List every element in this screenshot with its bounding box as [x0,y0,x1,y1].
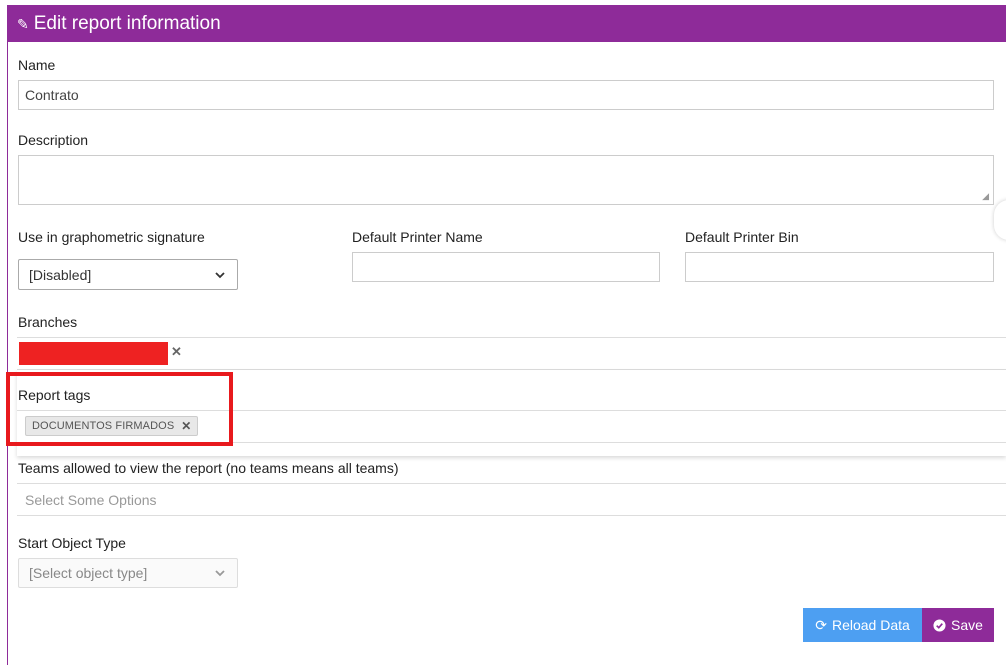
graphometric-label: Use in graphometric signature [18,229,205,245]
report-tag-label: DOCUMENTOS FIRMADOS [32,420,175,432]
name-label: Name [18,57,56,73]
branches-label: Branches [18,314,78,330]
name-input[interactable]: Contrato [18,80,994,110]
teams-label: Teams allowed to view the report (no tea… [18,460,399,476]
name-value: Contrato [25,87,79,103]
printer-bin-label: Default Printer Bin [685,229,799,245]
report-tag-chip: DOCUMENTOS FIRMADOS ✕ [25,416,199,436]
description-textarea[interactable]: ◢ [18,155,994,205]
panel-header: ✎ Edit report information [7,5,1006,42]
check-circle-icon [933,618,946,632]
printer-bin-input[interactable] [685,252,994,282]
start-object-label: Start Object Type [18,535,126,551]
graphometric-select[interactable]: [Disabled] [18,259,238,290]
save-label: Save [951,617,983,633]
save-button[interactable]: Save [922,608,994,642]
refresh-icon: ⟳ [815,616,827,633]
teams-placeholder: Select Some Options [25,491,157,508]
start-object-select[interactable]: [Select object type] [18,558,238,588]
pencil-icon: ✎ [17,16,29,32]
panel-title: Edit report information [33,12,221,34]
chevron-down-icon [215,570,225,577]
printer-name-input[interactable] [352,252,660,282]
start-object-value: [Select object type] [29,565,148,581]
redacted-branch-tag [19,342,168,365]
resize-grip-icon[interactable]: ◢ [982,192,989,201]
teams-multiselect[interactable]: Select Some Options [17,483,1006,516]
remove-branch-icon[interactable]: ✕ [171,344,182,360]
reload-label: Reload Data [831,617,910,633]
printer-name-label: Default Printer Name [352,229,483,245]
description-label: Description [18,132,89,148]
reload-data-button[interactable]: ⟳ Reload Data [803,608,922,642]
chevron-down-icon [215,271,225,278]
report-tags-label: Report tags [18,387,91,403]
graphometric-value: [Disabled] [29,266,92,283]
remove-tag-icon[interactable]: ✕ [181,419,191,433]
